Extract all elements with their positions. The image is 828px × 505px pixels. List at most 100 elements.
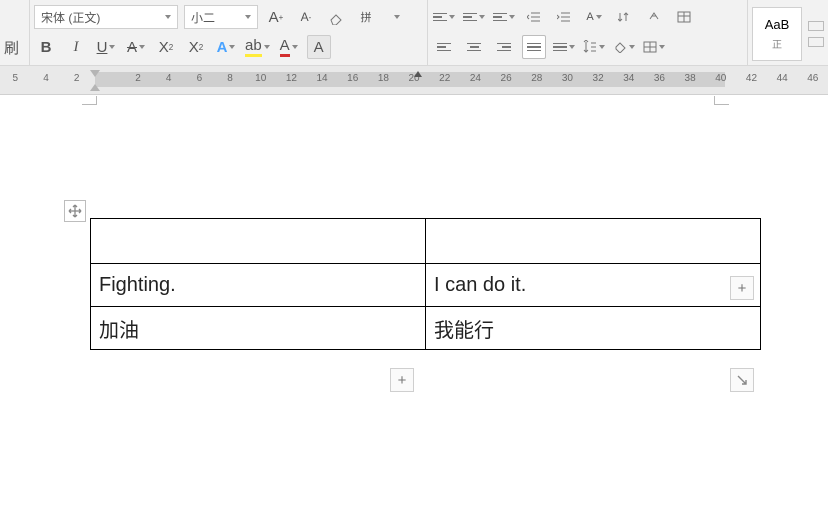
chevron-down-icon	[165, 15, 171, 19]
clear-format-button[interactable]	[324, 5, 348, 29]
style-gallery-scroll[interactable]	[808, 21, 824, 47]
tab-stop-marker[interactable]	[414, 71, 422, 77]
document-canvas[interactable]: Fighting. I can do it. 加油 我能行 + +	[0, 96, 828, 505]
chevron-down-icon	[245, 15, 251, 19]
ruler-tick: 26	[491, 73, 522, 84]
shrink-font-button[interactable]: A-	[294, 5, 318, 29]
ruler-tick: 30	[552, 73, 583, 84]
add-row-button[interactable]: +	[390, 368, 414, 392]
add-column-button[interactable]: +	[730, 276, 754, 300]
show-marks-button[interactable]	[642, 5, 666, 29]
distribute-button[interactable]	[552, 35, 576, 59]
line-spacing-button[interactable]	[582, 35, 606, 59]
style-normal-card[interactable]: AaB 正	[752, 7, 802, 61]
sort-button[interactable]	[612, 5, 636, 29]
align-left-button[interactable]	[432, 35, 456, 59]
indent-icon	[557, 11, 571, 23]
bucket-icon	[613, 41, 627, 53]
font-name-value: 宋体 (正文)	[41, 9, 100, 26]
table-move-handle[interactable]	[64, 200, 86, 222]
table-row[interactable]: Fighting. I can do it.	[91, 264, 761, 307]
table-cell[interactable]: I can do it.	[426, 264, 761, 307]
horizontal-ruler[interactable]: 5422468101214161820222426283032343638404…	[0, 66, 828, 95]
chevron-down-icon	[264, 45, 270, 49]
ruler-tick: 34	[613, 73, 644, 84]
superscript-button[interactable]: X2	[154, 35, 178, 59]
align-justify-icon	[527, 43, 541, 52]
table-cell[interactable]	[91, 219, 426, 264]
ruler-tick: 16	[337, 73, 368, 84]
table-cell[interactable]: 我能行	[426, 307, 761, 350]
outdent-icon	[527, 11, 541, 23]
hanging-indent-marker[interactable]	[90, 84, 100, 91]
highlight-color-button[interactable]: ab	[244, 35, 271, 59]
pilcrow-icon	[648, 11, 660, 23]
borders-button[interactable]	[642, 35, 666, 59]
numbering-button[interactable]	[462, 5, 486, 29]
font-name-dropdown[interactable]: 宋体 (正文)	[34, 5, 178, 29]
ribbon-toolbar: 刷 宋体 (正文) 小二 A+ A- 拼 B I U A X	[0, 0, 828, 66]
first-line-indent-marker[interactable]	[90, 70, 100, 77]
scroll-down-icon	[808, 37, 824, 47]
document-table[interactable]: Fighting. I can do it. 加油 我能行	[90, 218, 761, 350]
ruler-tick: 6	[184, 73, 215, 84]
ruler-tick: 38	[675, 73, 706, 84]
text-direction-button[interactable]: A	[582, 5, 606, 29]
font-size-dropdown[interactable]: 小二	[184, 5, 258, 29]
align-right-icon	[497, 43, 511, 52]
ruler-tick: 2	[123, 73, 154, 84]
align-right-button[interactable]	[492, 35, 516, 59]
align-distributed-icon	[553, 43, 567, 52]
strikethrough-button[interactable]: A	[124, 35, 148, 59]
multilevel-list-button[interactable]	[492, 5, 516, 29]
bold-button[interactable]: B	[34, 35, 58, 59]
align-center-button[interactable]	[462, 35, 486, 59]
table-cell[interactable]: 加油	[91, 307, 426, 350]
ruler-tick: 2	[61, 73, 92, 84]
decrease-indent-button[interactable]	[522, 5, 546, 29]
bullets-button[interactable]	[432, 5, 456, 29]
ruler-tick: 12	[276, 73, 307, 84]
ruler-tick: 24	[460, 73, 491, 84]
change-case-button[interactable]	[384, 5, 408, 29]
chevron-down-icon	[229, 45, 235, 49]
style-preview-text: AaB	[765, 17, 790, 32]
text-effects-button[interactable]: A	[214, 35, 238, 59]
table-convert-button[interactable]	[672, 5, 696, 29]
line-spacing-icon	[583, 40, 597, 54]
underline-button[interactable]: U	[94, 35, 118, 59]
table-cell[interactable]: Fighting.	[91, 264, 426, 307]
chevron-down-icon	[659, 45, 665, 49]
ruler-tick: 18	[368, 73, 399, 84]
ruler-tick: 10	[245, 73, 276, 84]
chevron-down-icon	[139, 45, 145, 49]
font-color-button[interactable]: A	[277, 35, 301, 59]
shading-button[interactable]	[612, 35, 636, 59]
page-corner-top-right	[714, 96, 729, 105]
table-resize-handle[interactable]	[730, 368, 754, 392]
subscript-button[interactable]: X2	[184, 35, 208, 59]
italic-button[interactable]: I	[64, 35, 88, 59]
chevron-down-icon	[394, 15, 400, 19]
chevron-down-icon	[509, 15, 515, 19]
chevron-down-icon	[599, 45, 605, 49]
table-cell[interactable]	[426, 219, 761, 264]
chevron-down-icon	[596, 15, 602, 19]
numbering-icon	[463, 13, 477, 22]
char-shading-button[interactable]: A	[307, 35, 331, 59]
phonetic-guide-button[interactable]: 拼	[354, 5, 378, 29]
align-center-icon	[467, 43, 481, 52]
ruler-tick: 28	[521, 73, 552, 84]
align-left-icon	[437, 43, 451, 52]
format-painter-label[interactable]: 刷	[4, 37, 23, 58]
ruler-tick: 5	[0, 73, 31, 84]
ruler-tick: 40	[705, 73, 736, 84]
increase-indent-button[interactable]	[552, 5, 576, 29]
grow-font-button[interactable]: A+	[264, 5, 288, 29]
bullets-icon	[433, 13, 447, 22]
table-row[interactable]	[91, 219, 761, 264]
table-row[interactable]: 加油 我能行	[91, 307, 761, 350]
chevron-down-icon	[449, 15, 455, 19]
align-justify-button[interactable]	[522, 35, 546, 59]
resize-icon	[736, 374, 748, 386]
